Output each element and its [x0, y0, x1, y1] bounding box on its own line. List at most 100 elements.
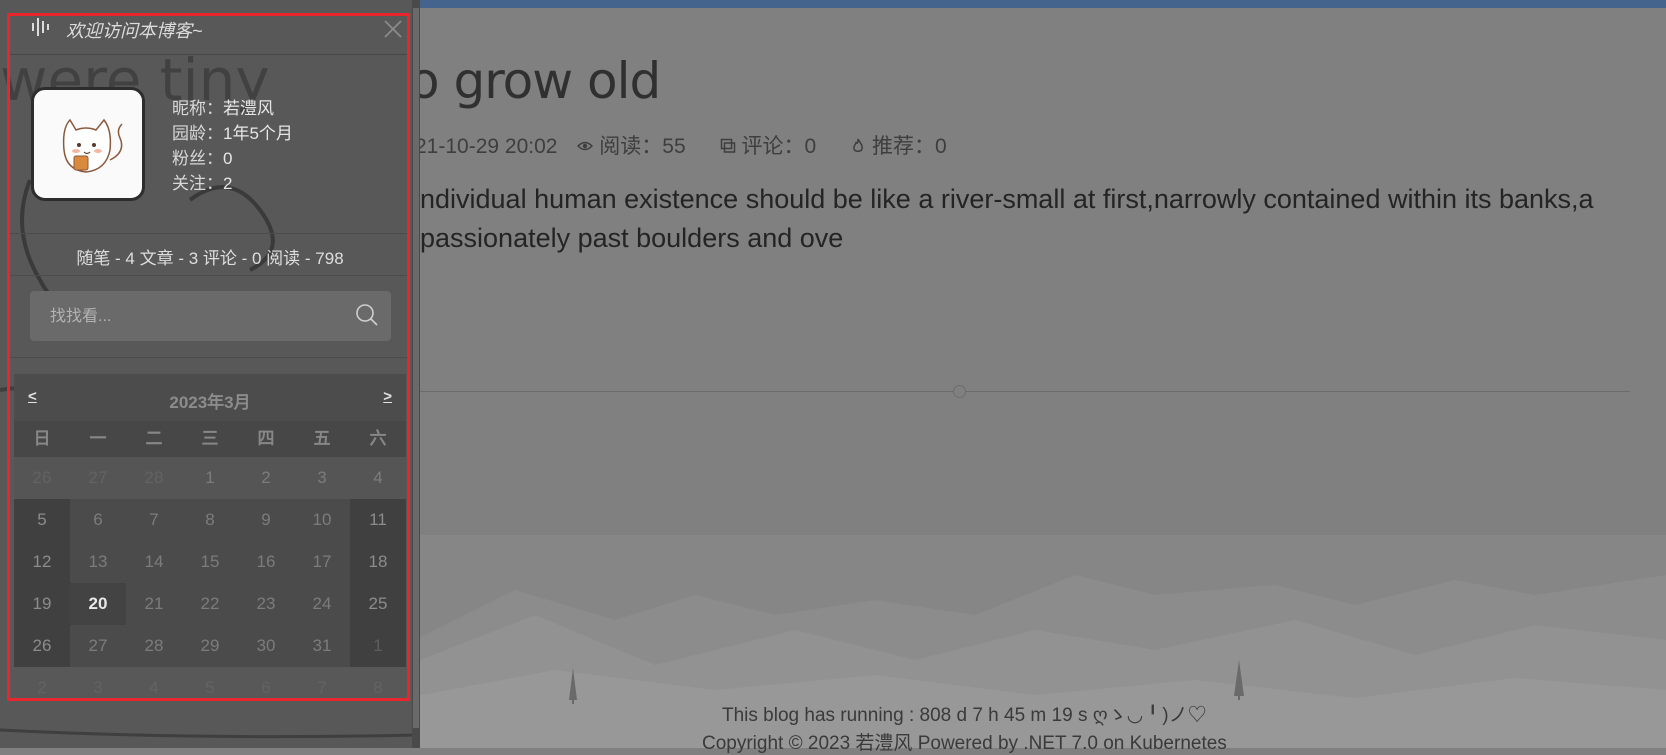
calendar-nav: < 2023年3月 >: [14, 374, 406, 421]
nickname-link[interactable]: 若澧风: [223, 99, 274, 118]
avatar[interactable]: [31, 87, 145, 201]
calendar-day[interactable]: 22: [182, 583, 238, 625]
calendar-day[interactable]: 23: [238, 583, 294, 625]
waveform-icon[interactable]: [31, 16, 53, 38]
calendar-day[interactable]: 30: [238, 625, 294, 667]
divider-dot: [953, 385, 966, 398]
calendar-day[interactable]: 7: [294, 667, 350, 709]
profile-label: 粉丝：: [172, 149, 223, 168]
weekday-header: 五: [313, 429, 331, 448]
calendar-day[interactable]: 18: [350, 541, 406, 583]
calendar: < 2023年3月 > 日一二三四五六 26 27 28 1 2 3 4 5 6 7 8 9 10 11 1…: [14, 374, 406, 709]
views-meta: 阅读：55: [577, 135, 705, 158]
profile-following: 关注：2: [172, 171, 293, 196]
calendar-day[interactable]: 12: [14, 541, 70, 583]
weekday-header: 六: [369, 429, 387, 448]
comments-count: 评论：0: [741, 135, 817, 158]
calendar-week: 26 27 28 1 2 3 4: [14, 457, 406, 499]
calendar-day[interactable]: 29: [182, 625, 238, 667]
calendar-day[interactable]: 19: [14, 583, 70, 625]
sidebar-panel: were tiny 欢迎访问本博客~ 昵称：若澧风 园龄：1年5个月 粉丝：0 …: [0, 0, 420, 748]
calendar-day[interactable]: 16: [238, 541, 294, 583]
calendar-day[interactable]: 9: [238, 499, 294, 541]
close-icon[interactable]: [382, 18, 404, 40]
followers-link[interactable]: 0: [223, 149, 232, 168]
weekday-header: 二: [145, 429, 163, 448]
calendar-day[interactable]: 11: [350, 499, 406, 541]
calendar-day[interactable]: 8: [350, 667, 406, 709]
calendar-weekdays: 日一二三四五六: [14, 421, 406, 457]
following-link[interactable]: 2: [223, 174, 232, 193]
fire-icon: [853, 138, 863, 152]
welcome-message: 欢迎访问本博客~: [66, 21, 203, 41]
calendar-week: 2345678: [14, 667, 406, 709]
calendar-day[interactable]: 21: [126, 583, 182, 625]
recommend-meta: 推荐：0: [850, 135, 961, 158]
eye-icon: [577, 141, 594, 151]
calendar-day-today[interactable]: 20: [70, 583, 126, 625]
calendar-day[interactable]: 27: [70, 457, 126, 499]
profile-info: 昵称：若澧风 园龄：1年5个月 粉丝：0 关注：2: [172, 96, 293, 196]
calendar-day[interactable]: 5: [182, 667, 238, 709]
calendar-week: 5 6 7 8 9 10 11: [14, 499, 406, 541]
post-meta: 21-10-29 20:02 阅读：55 评论：0 推荐：0: [415, 130, 975, 160]
calendar-day[interactable]: 27: [70, 625, 126, 667]
calendar-week: 12 13 14 15 16 17 18: [14, 541, 406, 583]
calendar-day[interactable]: 4: [350, 457, 406, 499]
calendar-day[interactable]: 26: [14, 457, 70, 499]
post-date: 21-10-29 20:02: [415, 135, 558, 158]
calendar-week: 19 20 21 22 23 24 25: [14, 583, 406, 625]
calendar-day[interactable]: 6: [238, 667, 294, 709]
calendar-day[interactable]: 1: [350, 625, 406, 667]
calendar-day[interactable]: 10: [294, 499, 350, 541]
calendar-day[interactable]: 14: [126, 541, 182, 583]
calendar-day[interactable]: 25: [350, 583, 406, 625]
views-count: 阅读：55: [599, 135, 686, 158]
profile-age: 园龄：1年5个月: [172, 121, 293, 146]
calendar-title: 2023年3月: [169, 393, 251, 412]
article-summary: ndividual human existence should be like…: [420, 180, 1630, 258]
cat-avatar-image: [62, 118, 123, 173]
calendar-day[interactable]: 3: [70, 667, 126, 709]
footer-running-time: This blog has running : 808 d 7 h 45 m 1…: [722, 705, 1207, 726]
blog-stats: 随笔 - 4 文章 - 3 评论 - 0 阅读 - 798: [76, 249, 344, 268]
calendar-day[interactable]: 26: [14, 625, 70, 667]
profile-label: 昵称：: [172, 99, 223, 118]
calendar-day[interactable]: 4: [126, 667, 182, 709]
summary-line-2: passionately past boulders and ove: [420, 223, 844, 253]
sidebar-scrollbar-thumb[interactable]: [413, 8, 419, 728]
comments-meta: 评论：0: [720, 135, 837, 158]
footer-copyright: Copyright © 2023 若澧风 Powered by .NET 7.0…: [702, 733, 1227, 754]
profile-label: 关注：: [172, 174, 223, 193]
separator: [10, 233, 410, 234]
weekday-header: 三: [201, 429, 219, 448]
recommend-count: 推荐：0: [872, 135, 947, 158]
search-icon[interactable]: [355, 303, 379, 327]
calendar-day[interactable]: 17: [294, 541, 350, 583]
calendar-day[interactable]: 28: [126, 625, 182, 667]
profile-nickname: 昵称：若澧风: [172, 96, 293, 121]
search-input[interactable]: [48, 305, 352, 329]
calendar-week: 26 27 28 29 30 31 1: [14, 625, 406, 667]
content-divider: [420, 391, 1630, 392]
calendar-day[interactable]: 7: [126, 499, 182, 541]
calendar-day[interactable]: 8: [182, 499, 238, 541]
summary-line-1: ndividual human existence should be like…: [420, 184, 1594, 214]
calendar-day[interactable]: 13: [70, 541, 126, 583]
profile-followers: 粉丝：0: [172, 146, 293, 171]
calendar-day[interactable]: 24: [294, 583, 350, 625]
calendar-day[interactable]: 5: [14, 499, 70, 541]
calendar-day[interactable]: 2: [14, 667, 70, 709]
calendar-day[interactable]: 31: [294, 625, 350, 667]
calendar-day[interactable]: 1: [182, 457, 238, 499]
profile-label: 园龄：: [172, 124, 223, 143]
age-link[interactable]: 1年5个月: [223, 124, 293, 143]
calendar-day[interactable]: 2: [238, 457, 294, 499]
calendar-next-button[interactable]: >: [383, 388, 392, 405]
calendar-day[interactable]: 28: [126, 457, 182, 499]
separator: [10, 357, 410, 358]
calendar-day[interactable]: 15: [182, 541, 238, 583]
calendar-body: 26 27 28 1 2 3 4 5 6 7 8 9 10 11 12 13 14 15 16 17 18 19 20 21 2…: [14, 457, 406, 709]
calendar-day[interactable]: 6: [70, 499, 126, 541]
calendar-day[interactable]: 3: [294, 457, 350, 499]
